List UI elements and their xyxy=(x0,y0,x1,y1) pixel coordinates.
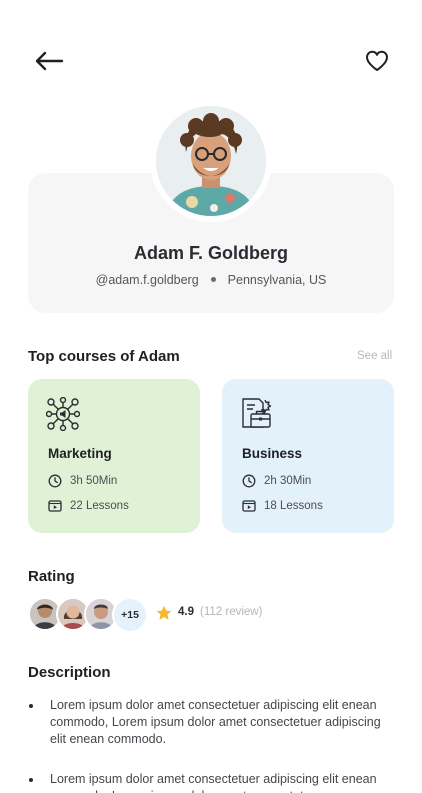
profile-name: Adam F. Goldberg xyxy=(133,243,288,263)
course-title: Marketing xyxy=(48,446,112,461)
clock-icon xyxy=(242,474,256,488)
profile-location: Pennsylvania, US xyxy=(227,273,327,287)
course-duration-row: 3h 50Min xyxy=(48,473,117,489)
course-card-business[interactable]: Business 2h 30Min 18 Lessons xyxy=(222,379,394,533)
avatar xyxy=(156,106,266,216)
clock-icon xyxy=(48,474,62,488)
rating-score: 4.9 xyxy=(178,606,194,618)
course-title: Business xyxy=(242,446,303,461)
marketing-network-icon xyxy=(45,396,81,432)
course-duration: 2h 30Min xyxy=(264,475,312,487)
course-lessons: 22 Lessons xyxy=(70,500,129,512)
description-text: Lorem ipsum dolor amet consectetuer adip… xyxy=(50,772,377,793)
course-lessons: 18 Lessons xyxy=(264,500,323,512)
briefcase-document-icon xyxy=(240,397,274,431)
description-text: Lorem ipsum dolor amet consectetuer adip… xyxy=(50,698,381,746)
list-item: Lorem ipsum dolor amet consectetuer adip… xyxy=(28,697,388,748)
review-count: (112 review) xyxy=(200,606,263,618)
courses-section-title: Top courses of Adam xyxy=(28,348,180,365)
course-duration: 3h 50Min xyxy=(70,475,118,487)
course-duration-row: 2h 30Min xyxy=(242,473,311,489)
list-item: Lorem ipsum dolor amet consectetuer adip… xyxy=(28,771,388,793)
description-title: Description xyxy=(28,664,111,681)
top-bar xyxy=(0,0,422,100)
heart-icon[interactable] xyxy=(364,48,390,74)
more-reviewers-badge[interactable]: +15 xyxy=(112,597,148,633)
video-lesson-icon xyxy=(48,500,62,512)
rating-row: +15 4.9 (112 review) xyxy=(28,597,408,633)
course-lessons-row: 18 Lessons xyxy=(242,498,323,514)
profile-handle: @adam.f.goldberg xyxy=(95,273,199,287)
bullet xyxy=(29,778,33,782)
course-card-marketing[interactable]: Marketing 3h 50Min 22 Lessons xyxy=(28,379,200,533)
rating-title: Rating xyxy=(28,568,75,585)
star-icon xyxy=(156,605,172,621)
bullet xyxy=(29,704,33,708)
video-lesson-icon xyxy=(242,500,256,512)
profile-screen: Adam F. Goldberg @adam.f.goldberg Pennsyl… xyxy=(0,0,422,793)
back-arrow-icon[interactable] xyxy=(32,48,66,74)
description-list: Lorem ipsum dolor amet consectetuer adip… xyxy=(28,697,388,793)
see-all-link[interactable]: See all xyxy=(357,350,392,362)
avatar-frame xyxy=(150,100,272,222)
profile-meta: @adam.f.goldberg Pennsylvania, US xyxy=(28,273,394,287)
course-lessons-row: 22 Lessons xyxy=(48,498,129,514)
separator-dot xyxy=(210,277,216,283)
